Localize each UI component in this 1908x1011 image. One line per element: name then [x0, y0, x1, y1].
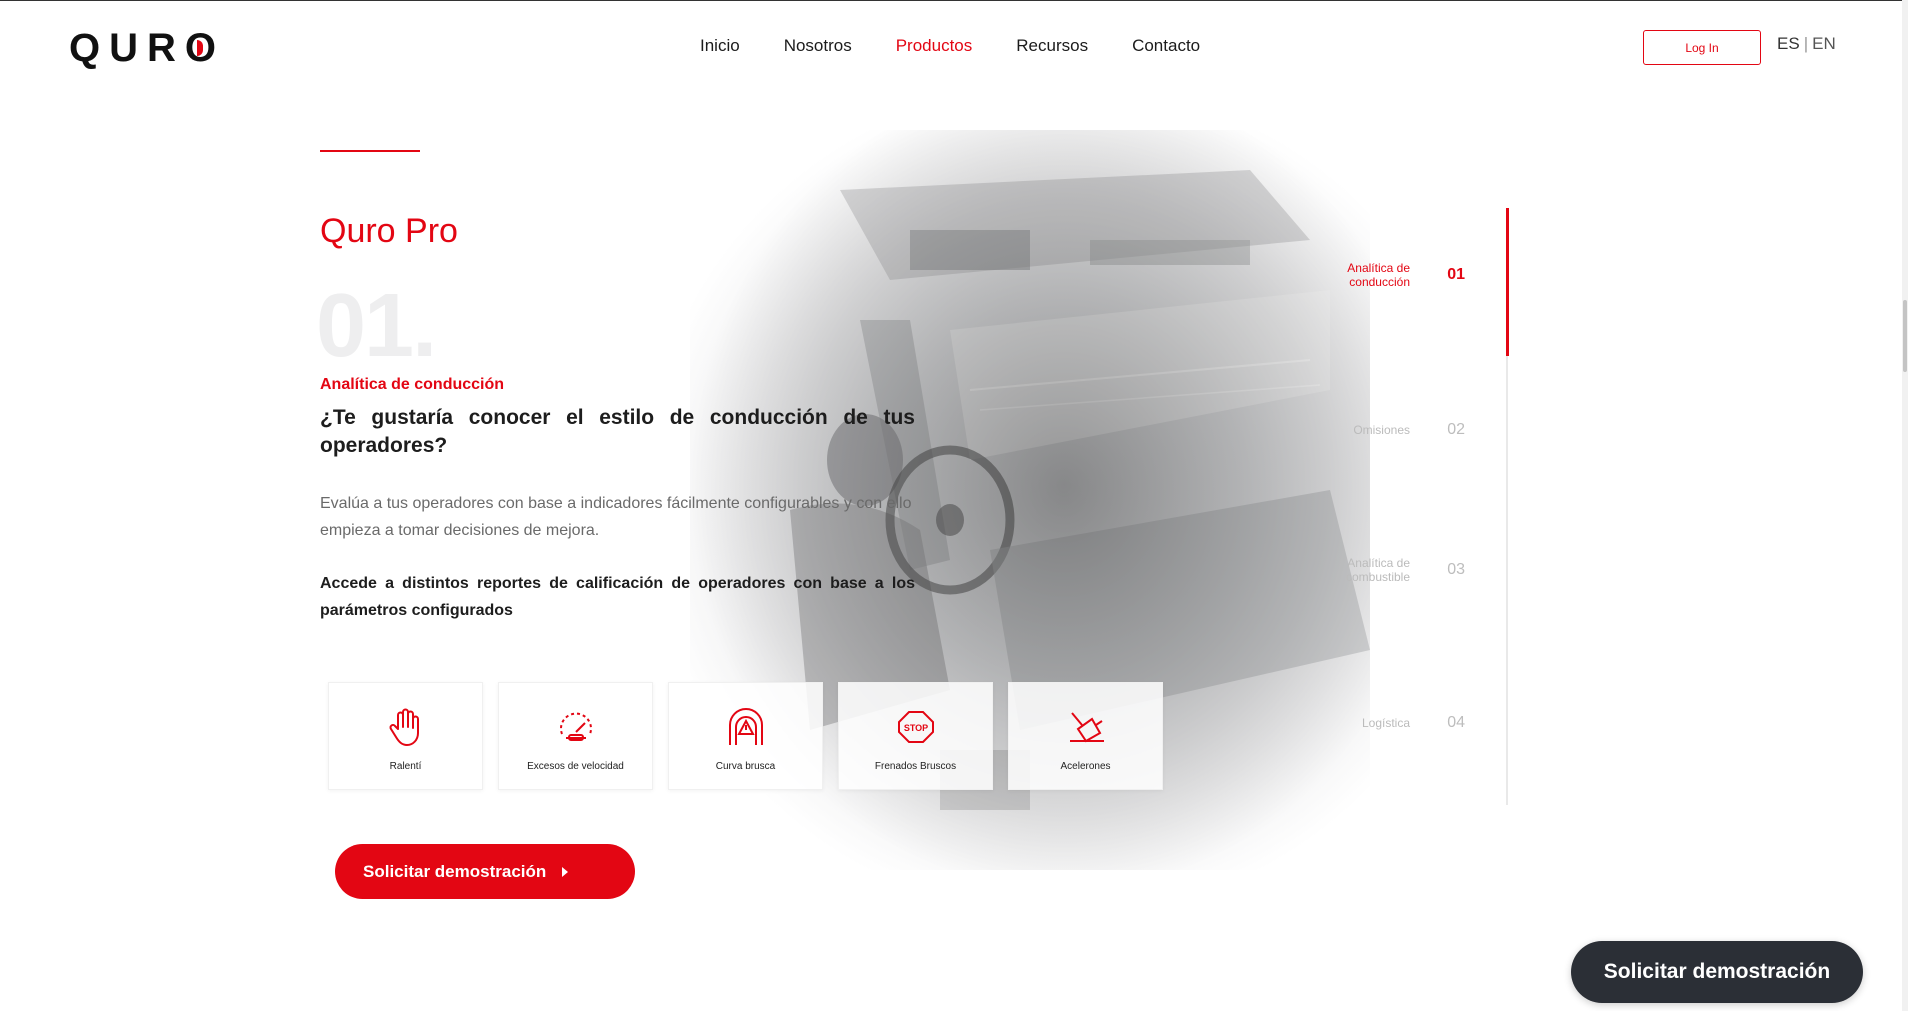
card-curva-brusca[interactable]: Curva brusca: [668, 682, 823, 790]
step-num: 03: [1447, 561, 1465, 578]
svg-text:STOP: STOP: [903, 723, 927, 733]
step-num: 01: [1447, 266, 1465, 283]
nav-inicio[interactable]: Inicio: [700, 36, 740, 56]
lang-separator: |: [1803, 34, 1809, 53]
section-divider: [320, 150, 420, 152]
nav-contacto[interactable]: Contacto: [1132, 36, 1200, 56]
request-demo-label: Solicitar demostración: [363, 861, 547, 881]
lang-en[interactable]: EN: [1812, 34, 1836, 53]
page-scrollbar[interactable]: [1902, 0, 1908, 1011]
floating-request-demo-button[interactable]: Solicitar demostración: [1571, 941, 1863, 1003]
hand-stop-icon: [384, 705, 428, 749]
request-demo-button[interactable]: Solicitar demostración: [335, 844, 635, 899]
card-acelerones[interactable]: Acelerones: [1008, 682, 1163, 790]
steps-track: [1506, 208, 1509, 805]
step-04[interactable]: Logística 04: [1320, 714, 1465, 732]
feature-description: Evalúa a tus operadores con base a indic…: [320, 495, 912, 539]
top-border: [0, 0, 1908, 1]
step-num: 04: [1447, 714, 1465, 731]
nav-recursos[interactable]: Recursos: [1016, 36, 1088, 56]
step-name: Analítica de combustible: [1345, 556, 1410, 584]
step-03[interactable]: Analítica de combustible 03: [1320, 556, 1465, 584]
card-ralenti[interactable]: Ralentí: [328, 682, 483, 790]
pedal-icon: [1064, 705, 1108, 749]
card-label: Curva brusca: [715, 761, 776, 772]
feature-subtitle: Analítica de conducción: [320, 376, 505, 393]
step-name: Logística: [1361, 716, 1410, 730]
step-01[interactable]: Analítica de conducción 01: [1320, 261, 1465, 289]
card-label: Acelerones: [1060, 761, 1111, 772]
feature-highlight: Accede a distintos reportes de calificac…: [320, 575, 915, 619]
speedometer-icon: [554, 705, 598, 749]
curve-warning-icon: [724, 705, 768, 749]
login-button[interactable]: Log In: [1643, 30, 1761, 65]
caret-right-icon: [562, 866, 569, 877]
stop-sign-icon: STOP: [894, 705, 938, 749]
card-label: Ralentí: [389, 761, 422, 772]
card-frenados-bruscos[interactable]: STOP Frenados Bruscos: [838, 682, 993, 790]
step-big-number: 01.: [316, 276, 437, 376]
lang-es[interactable]: ES: [1777, 34, 1800, 53]
nav-productos[interactable]: Productos: [896, 36, 973, 56]
product-title: Quro Pro: [320, 212, 458, 250]
steps-progress: [1506, 208, 1509, 356]
scrollbar-thumb[interactable]: [1903, 300, 1907, 372]
nav-nosotros[interactable]: Nosotros: [784, 36, 852, 56]
card-excesos-velocidad[interactable]: Excesos de velocidad: [498, 682, 653, 790]
step-02[interactable]: Omisiones 02: [1320, 421, 1465, 439]
feature-cards: Ralentí Excesos de velocidad Curva brusc…: [328, 682, 1163, 790]
language-switcher: ES | EN: [1777, 34, 1836, 54]
card-label: Frenados Bruscos: [874, 761, 957, 772]
feature-question: ¿Te gustaría conocer el estilo de conduc…: [320, 406, 915, 457]
card-label: Excesos de velocidad: [527, 761, 624, 772]
step-name: Omisiones: [1353, 423, 1410, 437]
step-num: 02: [1447, 421, 1465, 438]
main-nav: Inicio Nosotros Productos Recursos Conta…: [700, 36, 1244, 56]
step-name: Analítica de conducción: [1347, 261, 1410, 289]
